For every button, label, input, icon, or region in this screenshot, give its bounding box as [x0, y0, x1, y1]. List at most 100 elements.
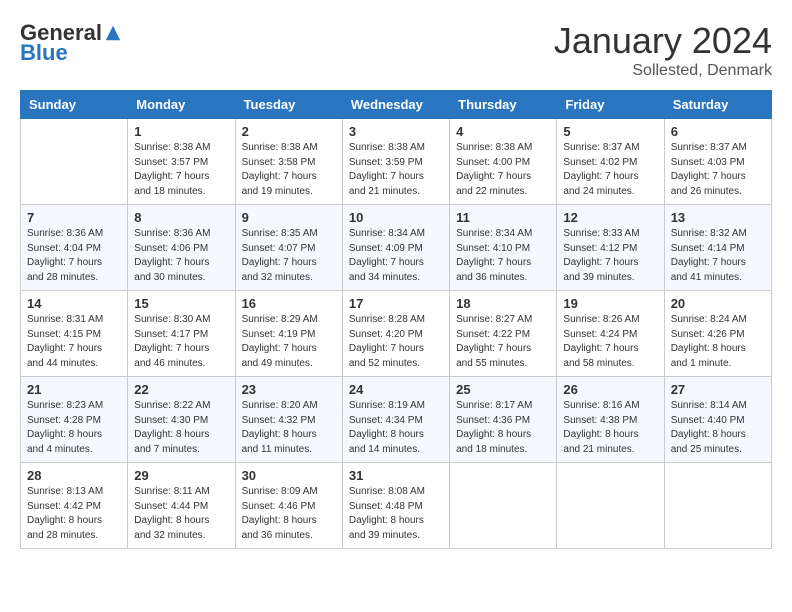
day-info: Sunrise: 8:36 AM Sunset: 4:06 PM Dayligh…: [134, 227, 228, 285]
day-info: Sunrise: 8:22 AM Sunset: 4:30 PM Dayligh…: [134, 399, 228, 457]
day-number: 22: [134, 382, 228, 397]
day-number: 26: [563, 382, 657, 397]
calendar-cell: 1Sunrise: 8:38 AM Sunset: 3:57 PM Daylig…: [128, 119, 235, 205]
day-info: Sunrise: 8:37 AM Sunset: 4:02 PM Dayligh…: [563, 141, 657, 199]
day-info: Sunrise: 8:32 AM Sunset: 4:14 PM Dayligh…: [671, 227, 765, 285]
day-number: 12: [563, 210, 657, 225]
day-number: 27: [671, 382, 765, 397]
calendar-cell: 23 Sunrise: 8:20 AM Sunset: 4:32 PM Dayli…: [235, 377, 342, 463]
day-info: Sunrise: 8:38 AM Sunset: 3:59 PM Dayligh…: [349, 141, 443, 199]
day-number: 2: [242, 124, 336, 139]
day-number: 14: [27, 296, 121, 311]
day-info: Sunrise: 8:20 AM Sunset: 4:32 PM Dayligh…: [242, 399, 336, 457]
weekday-header: Sunday: [21, 91, 128, 119]
calendar-cell: 17Sunrise: 8:28 AM Sunset: 4:20 PM Dayli…: [342, 291, 449, 377]
calendar-cell: 2 Sunrise: 8:38 AM Sunset: 3:58 PM Daylig…: [235, 119, 342, 205]
day-info: Sunrise: 8:30 AM Sunset: 4:17 PM Dayligh…: [134, 313, 228, 371]
logo: General Blue: [20, 20, 122, 66]
calendar-cell: 19Sunrise: 8:26 AM Sunset: 4:24 PM Dayli…: [557, 291, 664, 377]
day-number: 28: [27, 468, 121, 483]
day-info: Sunrise: 8:33 AM Sunset: 4:12 PM Dayligh…: [563, 227, 657, 285]
day-number: 5: [563, 124, 657, 139]
day-info: Sunrise: 8:09 AM Sunset: 4:46 PM Dayligh…: [242, 485, 336, 543]
day-number: 20: [671, 296, 765, 311]
day-number: 29: [134, 468, 228, 483]
logo-blue-text: Blue: [20, 40, 68, 66]
calendar-cell: 3 Sunrise: 8:38 AM Sunset: 3:59 PM Daylig…: [342, 119, 449, 205]
day-info: Sunrise: 8:24 AM Sunset: 4:26 PM Dayligh…: [671, 313, 765, 371]
calendar-week-row: 21Sunrise: 8:23 AM Sunset: 4:28 PM Dayli…: [21, 377, 772, 463]
day-number: 24: [349, 382, 443, 397]
day-info: Sunrise: 8:08 AM Sunset: 4:48 PM Dayligh…: [349, 485, 443, 543]
calendar-cell: 10Sunrise: 8:34 AM Sunset: 4:09 PM Dayli…: [342, 205, 449, 291]
calendar-week-row: 14 Sunrise: 8:31 AM Sunset: 4:15 PM Dayli…: [21, 291, 772, 377]
calendar-cell: 27Sunrise: 8:14 AM Sunset: 4:40 PM Dayli…: [664, 377, 771, 463]
day-info: Sunrise: 8:27 AM Sunset: 4:22 PM Dayligh…: [456, 313, 550, 371]
calendar-cell: [450, 463, 557, 549]
calendar-cell: 31Sunrise: 8:08 AM Sunset: 4:48 PM Dayli…: [342, 463, 449, 549]
logo-icon: [104, 24, 122, 42]
day-info: Sunrise: 8:13 AM Sunset: 4:42 PM Dayligh…: [27, 485, 121, 543]
day-number: 9: [242, 210, 336, 225]
calendar-cell: [664, 463, 771, 549]
day-info: Sunrise: 8:34 AM Sunset: 4:09 PM Dayligh…: [349, 227, 443, 285]
calendar-cell: 13 Sunrise: 8:32 AM Sunset: 4:14 PM Dayli…: [664, 205, 771, 291]
day-info: Sunrise: 8:31 AM Sunset: 4:15 PM Dayligh…: [27, 313, 121, 371]
day-number: 11: [456, 210, 550, 225]
day-number: 16: [242, 296, 336, 311]
weekday-header: Tuesday: [235, 91, 342, 119]
calendar-cell: 4 Sunrise: 8:38 AM Sunset: 4:00 PM Daylig…: [450, 119, 557, 205]
calendar-cell: 12 Sunrise: 8:33 AM Sunset: 4:12 PM Dayli…: [557, 205, 664, 291]
calendar-week-row: 1Sunrise: 8:38 AM Sunset: 3:57 PM Daylig…: [21, 119, 772, 205]
calendar-cell: 20 Sunrise: 8:24 AM Sunset: 4:26 PM Dayli…: [664, 291, 771, 377]
location: Sollested, Denmark: [554, 62, 772, 80]
day-number: 13: [671, 210, 765, 225]
calendar-table: SundayMondayTuesdayWednesdayThursdayFrid…: [20, 90, 772, 549]
day-info: Sunrise: 8:11 AM Sunset: 4:44 PM Dayligh…: [134, 485, 228, 543]
weekday-header: Friday: [557, 91, 664, 119]
weekday-header: Monday: [128, 91, 235, 119]
day-number: 7: [27, 210, 121, 225]
day-info: Sunrise: 8:38 AM Sunset: 3:58 PM Dayligh…: [242, 141, 336, 199]
calendar-cell: 18 Sunrise: 8:27 AM Sunset: 4:22 PM Dayli…: [450, 291, 557, 377]
day-info: Sunrise: 8:29 AM Sunset: 4:19 PM Dayligh…: [242, 313, 336, 371]
day-number: 19: [563, 296, 657, 311]
calendar-cell: 24 Sunrise: 8:19 AM Sunset: 4:34 PM Dayli…: [342, 377, 449, 463]
calendar-cell: 15Sunrise: 8:30 AM Sunset: 4:17 PM Dayli…: [128, 291, 235, 377]
calendar-cell: 28 Sunrise: 8:13 AM Sunset: 4:42 PM Dayli…: [21, 463, 128, 549]
calendar-cell: 7 Sunrise: 8:36 AM Sunset: 4:04 PM Daylig…: [21, 205, 128, 291]
day-info: Sunrise: 8:38 AM Sunset: 4:00 PM Dayligh…: [456, 141, 550, 199]
title-block: January 2024 Sollested, Denmark: [554, 20, 772, 80]
calendar-week-row: 7 Sunrise: 8:36 AM Sunset: 4:04 PM Daylig…: [21, 205, 772, 291]
calendar-cell: 14 Sunrise: 8:31 AM Sunset: 4:15 PM Dayli…: [21, 291, 128, 377]
calendar-cell: 9 Sunrise: 8:35 AM Sunset: 4:07 PM Daylig…: [235, 205, 342, 291]
calendar-header-row: SundayMondayTuesdayWednesdayThursdayFrid…: [21, 91, 772, 119]
day-info: Sunrise: 8:16 AM Sunset: 4:38 PM Dayligh…: [563, 399, 657, 457]
day-info: Sunrise: 8:35 AM Sunset: 4:07 PM Dayligh…: [242, 227, 336, 285]
day-number: 30: [242, 468, 336, 483]
day-number: 17: [349, 296, 443, 311]
day-number: 4: [456, 124, 550, 139]
day-number: 25: [456, 382, 550, 397]
day-number: 6: [671, 124, 765, 139]
weekday-header: Thursday: [450, 91, 557, 119]
calendar-cell: 21Sunrise: 8:23 AM Sunset: 4:28 PM Dayli…: [21, 377, 128, 463]
day-number: 8: [134, 210, 228, 225]
day-info: Sunrise: 8:38 AM Sunset: 3:57 PM Dayligh…: [134, 141, 228, 199]
calendar-cell: [21, 119, 128, 205]
month-title: January 2024: [554, 20, 772, 62]
day-number: 18: [456, 296, 550, 311]
calendar-cell: 30 Sunrise: 8:09 AM Sunset: 4:46 PM Dayli…: [235, 463, 342, 549]
calendar-cell: 6 Sunrise: 8:37 AM Sunset: 4:03 PM Daylig…: [664, 119, 771, 205]
day-info: Sunrise: 8:34 AM Sunset: 4:10 PM Dayligh…: [456, 227, 550, 285]
day-info: Sunrise: 8:37 AM Sunset: 4:03 PM Dayligh…: [671, 141, 765, 199]
day-number: 23: [242, 382, 336, 397]
calendar-week-row: 28 Sunrise: 8:13 AM Sunset: 4:42 PM Dayli…: [21, 463, 772, 549]
day-info: Sunrise: 8:23 AM Sunset: 4:28 PM Dayligh…: [27, 399, 121, 457]
calendar-cell: 25Sunrise: 8:17 AM Sunset: 4:36 PM Dayli…: [450, 377, 557, 463]
day-info: Sunrise: 8:19 AM Sunset: 4:34 PM Dayligh…: [349, 399, 443, 457]
day-info: Sunrise: 8:36 AM Sunset: 4:04 PM Dayligh…: [27, 227, 121, 285]
calendar-cell: 26 Sunrise: 8:16 AM Sunset: 4:38 PM Dayli…: [557, 377, 664, 463]
day-number: 3: [349, 124, 443, 139]
weekday-header: Saturday: [664, 91, 771, 119]
